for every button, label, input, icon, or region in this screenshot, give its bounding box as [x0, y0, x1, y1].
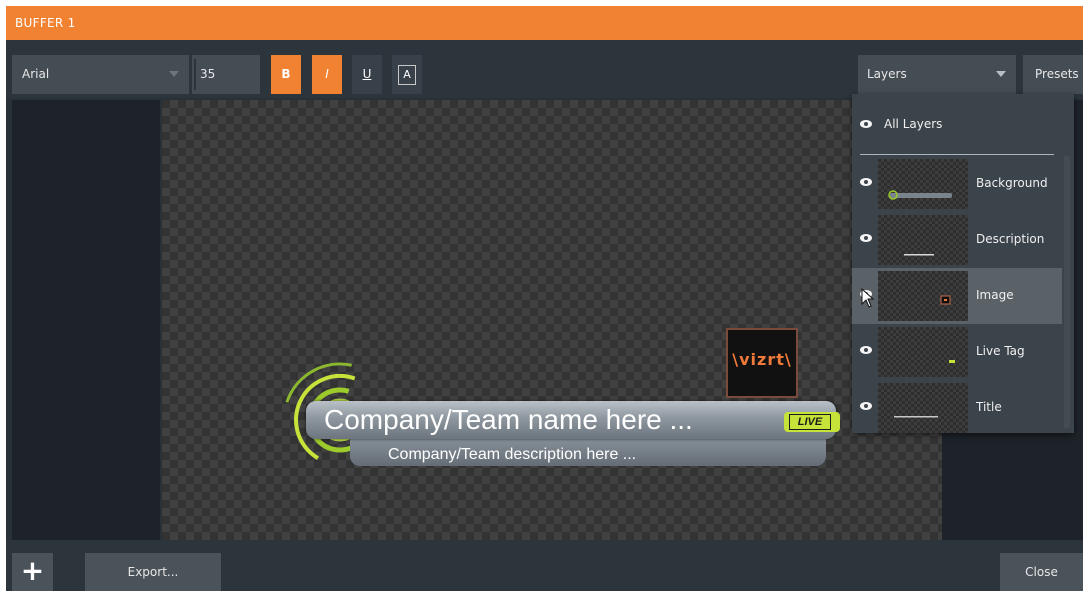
eye-icon[interactable] [860, 346, 872, 354]
layers-select-label: Layers [867, 67, 907, 81]
all-layers-label: All Layers [884, 117, 943, 131]
layer-label: Live Tag [976, 344, 1025, 358]
chevron-down-icon [996, 71, 1006, 77]
layer-label: Background [976, 176, 1048, 190]
layer-row-background[interactable]: Background [852, 156, 1062, 212]
title-thumb-graphic [894, 416, 938, 418]
layer-thumbnail [878, 271, 968, 321]
eye-icon[interactable] [860, 178, 872, 186]
layer-thumbnail [878, 383, 968, 433]
eye-icon[interactable] [860, 402, 872, 410]
layer-label: Image [976, 288, 1014, 302]
mouse-cursor-icon [861, 288, 875, 308]
layers-select[interactable]: Layers [858, 55, 1016, 94]
company-name-text[interactable]: Company/Team name here ... [324, 404, 693, 436]
text-toolbar: Arial 35 B I U A Layers Presets [6, 40, 1083, 98]
graphics-canvas[interactable]: Company/Team name here ... Company/Team … [162, 100, 942, 540]
layer-label: Description [976, 232, 1045, 246]
font-family-value: Arial [22, 67, 50, 81]
layer-thumbnail [878, 327, 968, 377]
presets-button[interactable]: Presets [1023, 55, 1083, 94]
layers-dropdown-panel: All Layers Background Description Image … [852, 94, 1074, 433]
layer-thumbnail [878, 159, 968, 209]
bottom-bar: + Export... Close [6, 540, 1083, 591]
live-tag-thumb-graphic [949, 360, 955, 363]
lower-third-graphic: Company/Team name here ... Company/Team … [162, 100, 942, 540]
chevron-down-icon [169, 71, 179, 77]
ring-graphic [282, 362, 398, 478]
live-tag-label: LIVE [789, 414, 831, 430]
font-size-input[interactable]: 35 [192, 55, 260, 94]
underline-button[interactable]: U [352, 55, 382, 94]
close-button[interactable]: Close [1000, 553, 1083, 591]
export-button[interactable]: Export... [85, 553, 221, 591]
vizrt-logo-text: \vizrt\ [732, 350, 792, 369]
drag-handle-icon [194, 59, 196, 90]
vizrt-logo-image[interactable]: \vizrt\ [726, 328, 798, 398]
live-tag[interactable]: LIVE [784, 412, 840, 432]
add-button[interactable]: + [12, 553, 53, 591]
eye-icon[interactable] [860, 120, 872, 128]
bold-button[interactable]: B [271, 55, 301, 94]
font-size-value: 35 [200, 67, 216, 81]
layer-thumbnail [878, 215, 968, 265]
font-family-select[interactable]: Arial [12, 55, 189, 94]
layer-row-description[interactable]: Description [852, 212, 1062, 268]
left-panel [12, 100, 160, 540]
layer-label: Title [976, 400, 1002, 414]
image-thumb-graphic [940, 295, 951, 305]
layers-scrollbar[interactable] [1064, 156, 1070, 428]
italic-button[interactable]: I [312, 55, 342, 94]
description-thumb-graphic [904, 254, 934, 256]
eye-icon[interactable] [860, 234, 872, 242]
all-layers-item[interactable]: All Layers [852, 94, 1074, 154]
background-thumb-graphic [888, 190, 952, 200]
layer-row-title[interactable]: Title [852, 380, 1062, 436]
text-color-label: A [398, 65, 416, 85]
window-title: BUFFER 1 [6, 6, 1083, 40]
text-color-button[interactable]: A [392, 55, 422, 94]
layer-row-image[interactable]: Image [852, 268, 1062, 324]
layer-row-live-tag[interactable]: Live Tag [852, 324, 1062, 380]
company-description-text[interactable]: Company/Team description here ... [388, 446, 636, 464]
divider [860, 154, 1054, 155]
